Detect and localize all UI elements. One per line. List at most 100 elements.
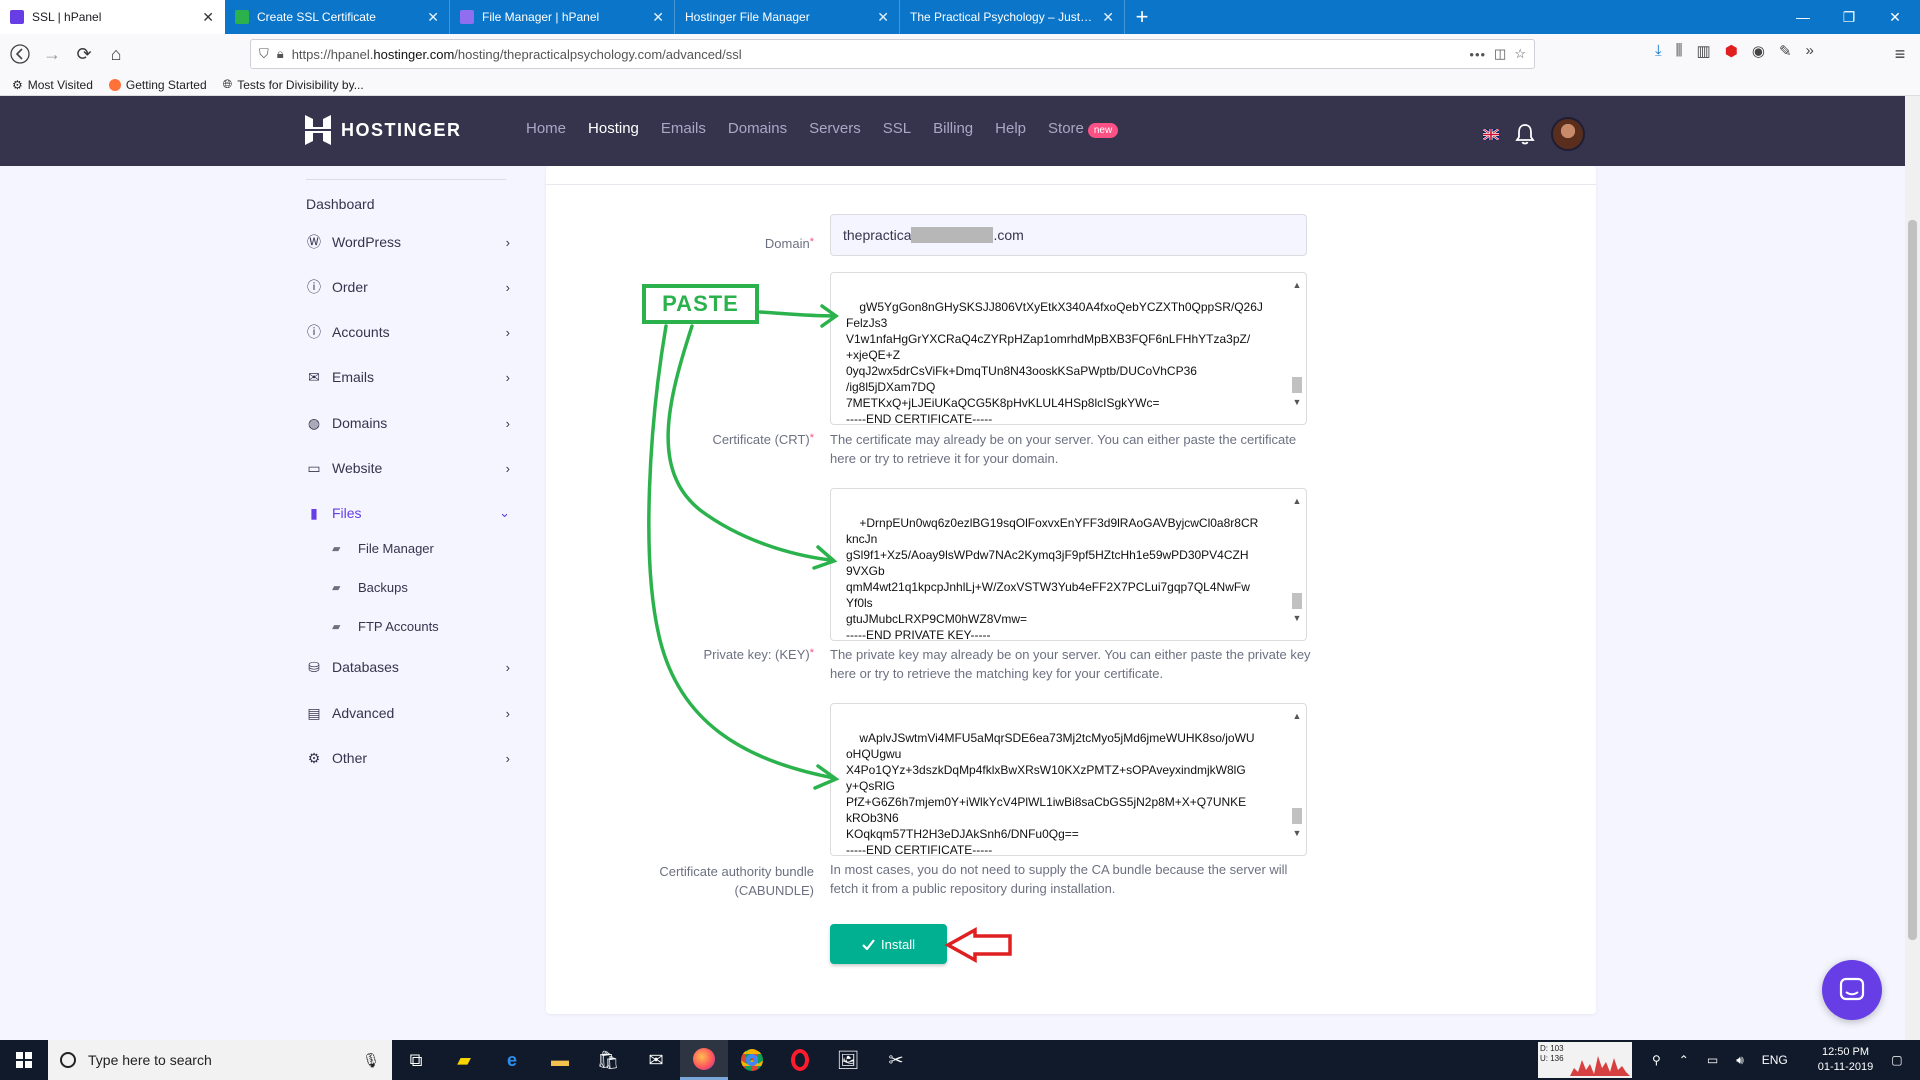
library-icon[interactable]: ⫼ <box>1676 42 1683 60</box>
sidebar-item-advanced[interactable]: ▤ Advanced › <box>306 702 510 724</box>
nav-servers[interactable]: Servers <box>809 120 861 137</box>
account-icon[interactable]: ◉ <box>1752 42 1765 60</box>
sidebar-item-website[interactable]: ▭ Website › <box>306 457 510 479</box>
textarea-scrollbar[interactable]: ▲ ▼ <box>1291 493 1303 626</box>
reload-icon[interactable]: ⟳ <box>68 38 100 70</box>
edge-icon[interactable]: e <box>488 1040 536 1080</box>
close-icon[interactable]: ✕ <box>652 9 664 26</box>
shield-icon[interactable]: ⛉ <box>259 46 269 62</box>
menu-hamburger-icon[interactable]: ≡ <box>1884 38 1916 70</box>
tab-create-ssl[interactable]: Create SSL Certificate ✕ <box>225 0 450 34</box>
windows-start-button[interactable] <box>0 1040 48 1080</box>
bookmark-star-icon[interactable]: ☆ <box>1514 46 1526 62</box>
domain-field[interactable]: thepractica .com <box>830 214 1307 256</box>
uk-flag-icon[interactable] <box>1483 128 1499 140</box>
ca-bundle-textarea[interactable]: wAplvJSwtmVi4MFU5aMqrSDE6ea73Mj2tcMyo5jM… <box>830 703 1307 856</box>
sidebar-item-files[interactable]: ▮ Files ⌄ <box>306 502 510 524</box>
bookmark-tests-divisibility[interactable]: 🌐︎ Tests for Divisibility by... <box>223 77 364 92</box>
sidebar-item-accounts[interactable]: ⓘ Accounts › <box>306 321 510 343</box>
scroll-down-icon[interactable]: ▼ <box>1291 825 1303 841</box>
bookmark-getting-started[interactable]: Getting Started <box>108 78 207 92</box>
volume-icon[interactable]: 🔊︎ <box>1736 1053 1744 1068</box>
page-scrollbar[interactable] <box>1905 96 1920 1040</box>
private-key-textarea[interactable]: +DrnpEUn0wq6z0ezlBG19sqOlFoxvxEnYFF3d9lR… <box>830 488 1307 641</box>
nav-help[interactable]: Help <box>995 120 1026 137</box>
chrome-icon[interactable] <box>728 1040 776 1080</box>
nav-home[interactable]: Home <box>526 120 566 137</box>
nav-emails[interactable]: Emails <box>661 120 706 137</box>
close-icon[interactable]: ✕ <box>877 9 889 26</box>
network-icon[interactable]: ▭ <box>1707 1053 1718 1067</box>
textarea-scrollbar[interactable]: ▲ ▼ <box>1291 277 1303 410</box>
sidebar-icon[interactable]: ▥ <box>1697 42 1711 60</box>
sidebar-subitem-file-manager[interactable]: ▰ File Manager <box>332 538 434 558</box>
store-icon[interactable]: 🛍︎ <box>584 1040 632 1080</box>
avatar[interactable] <box>1551 117 1585 151</box>
close-icon[interactable]: ✕ <box>1102 9 1114 26</box>
microphone-icon[interactable]: 🎙︎ <box>362 1052 380 1069</box>
scroll-down-icon[interactable]: ▼ <box>1291 394 1303 410</box>
minimize-window-button[interactable]: — <box>1780 0 1826 34</box>
notifications-icon[interactable]: ▢ <box>1891 1053 1902 1067</box>
download-icon[interactable]: ⤓ <box>1655 42 1662 60</box>
home-icon[interactable]: ⌂ <box>100 38 132 70</box>
photos-icon[interactable]: 🖼︎ <box>824 1040 872 1080</box>
close-window-button[interactable]: ✕ <box>1872 0 1918 34</box>
overflow-icon[interactable]: » <box>1806 42 1814 60</box>
scroll-down-icon[interactable]: ▼ <box>1291 610 1303 626</box>
bookmark-most-visited[interactable]: ⚙ Most Visited <box>12 78 93 92</box>
nav-ssl[interactable]: SSL <box>883 120 911 137</box>
close-icon[interactable]: ✕ <box>202 9 214 26</box>
chat-widget-button[interactable] <box>1822 960 1882 1020</box>
file-explorer-icon[interactable]: ▬ <box>536 1040 584 1080</box>
scroll-up-icon[interactable]: ▲ <box>1291 708 1303 724</box>
install-button[interactable]: Install <box>830 924 947 964</box>
chevron-up-icon[interactable]: ⌃ <box>1679 1053 1689 1067</box>
mail-icon[interactable]: ✉ <box>632 1040 680 1080</box>
sidebar-item-databases[interactable]: ⛁ Databases › <box>306 656 510 678</box>
firefox-taskbar-icon[interactable] <box>680 1040 728 1080</box>
scroll-thumb[interactable] <box>1292 808 1302 824</box>
sidebar-item-other[interactable]: ⚙ Other › <box>306 747 510 769</box>
close-icon[interactable]: ✕ <box>427 9 439 26</box>
sidebar-item-wordpress[interactable]: Ⓦ WordPress › <box>306 231 510 253</box>
tab-hostinger-file-manager[interactable]: Hostinger File Manager ✕ <box>675 0 900 34</box>
tab-file-manager-hpanel[interactable]: File Manager | hPanel ✕ <box>450 0 675 34</box>
tab-ssl-hpanel[interactable]: SSL | hPanel ✕ <box>0 0 225 34</box>
back-arrow-icon[interactable] <box>4 38 36 70</box>
textarea-scrollbar[interactable]: ▲ ▼ <box>1291 708 1303 841</box>
page-scroll-thumb[interactable] <box>1908 220 1917 940</box>
scroll-up-icon[interactable]: ▲ <box>1291 493 1303 509</box>
adblock-icon[interactable]: ⬢ <box>1725 42 1738 60</box>
nav-hosting[interactable]: Hosting <box>588 120 639 137</box>
language-indicator[interactable]: ENG <box>1762 1053 1788 1067</box>
sidebar-item-dashboard[interactable]: Dashboard <box>306 193 510 215</box>
sidebar-subitem-ftp-accounts[interactable]: ▰ FTP Accounts <box>332 616 439 636</box>
nav-store[interactable]: Store new <box>1048 120 1119 138</box>
bell-icon[interactable] <box>1515 123 1535 145</box>
eyedropper-icon[interactable]: ✎ <box>1779 42 1792 60</box>
people-icon[interactable]: ⚲ <box>1652 1053 1661 1067</box>
nav-domains[interactable]: Domains <box>728 120 787 137</box>
taskbar-search-box[interactable]: Type here to search 🎙︎ <box>48 1040 392 1080</box>
address-bar[interactable]: ⛉ 🔒︎ https://hpanel.hostinger.com/hostin… <box>250 39 1535 69</box>
sidebar-item-domains[interactable]: ◍ Domains › <box>306 412 510 434</box>
url-text[interactable]: https://hpanel.hostinger.com/hosting/the… <box>292 47 1462 62</box>
restore-window-button[interactable]: ❐ <box>1826 0 1872 34</box>
certificate-crt-textarea[interactable]: gW5YgGon8nGHySKSJJ806VtXyEtkX340A4fxoQeb… <box>830 272 1307 425</box>
sidebar-subitem-backups[interactable]: ▰ Backups <box>332 577 408 597</box>
nav-billing[interactable]: Billing <box>933 120 973 137</box>
sticky-notes-icon[interactable]: ▰ <box>440 1040 488 1080</box>
clock[interactable]: 12:50 PM 01-11-2019 <box>1818 1045 1873 1075</box>
forward-arrow-icon[interactable]: → <box>36 38 68 70</box>
more-actions-icon[interactable]: ••• <box>1469 47 1486 62</box>
sidebar-item-emails[interactable]: ✉ Emails › <box>306 366 510 388</box>
opera-icon[interactable] <box>776 1040 824 1080</box>
scroll-up-icon[interactable]: ▲ <box>1291 277 1303 293</box>
pocket-icon[interactable]: ◫ <box>1494 46 1506 62</box>
new-tab-button[interactable]: + <box>1125 0 1159 34</box>
tab-practical-psychology[interactable]: The Practical Psychology – Just an ✕ <box>900 0 1125 34</box>
sidebar-item-order[interactable]: ⓘ Order › <box>306 276 510 298</box>
snipping-tool-icon[interactable]: ✂ <box>872 1040 920 1080</box>
scroll-thumb[interactable] <box>1292 377 1302 393</box>
